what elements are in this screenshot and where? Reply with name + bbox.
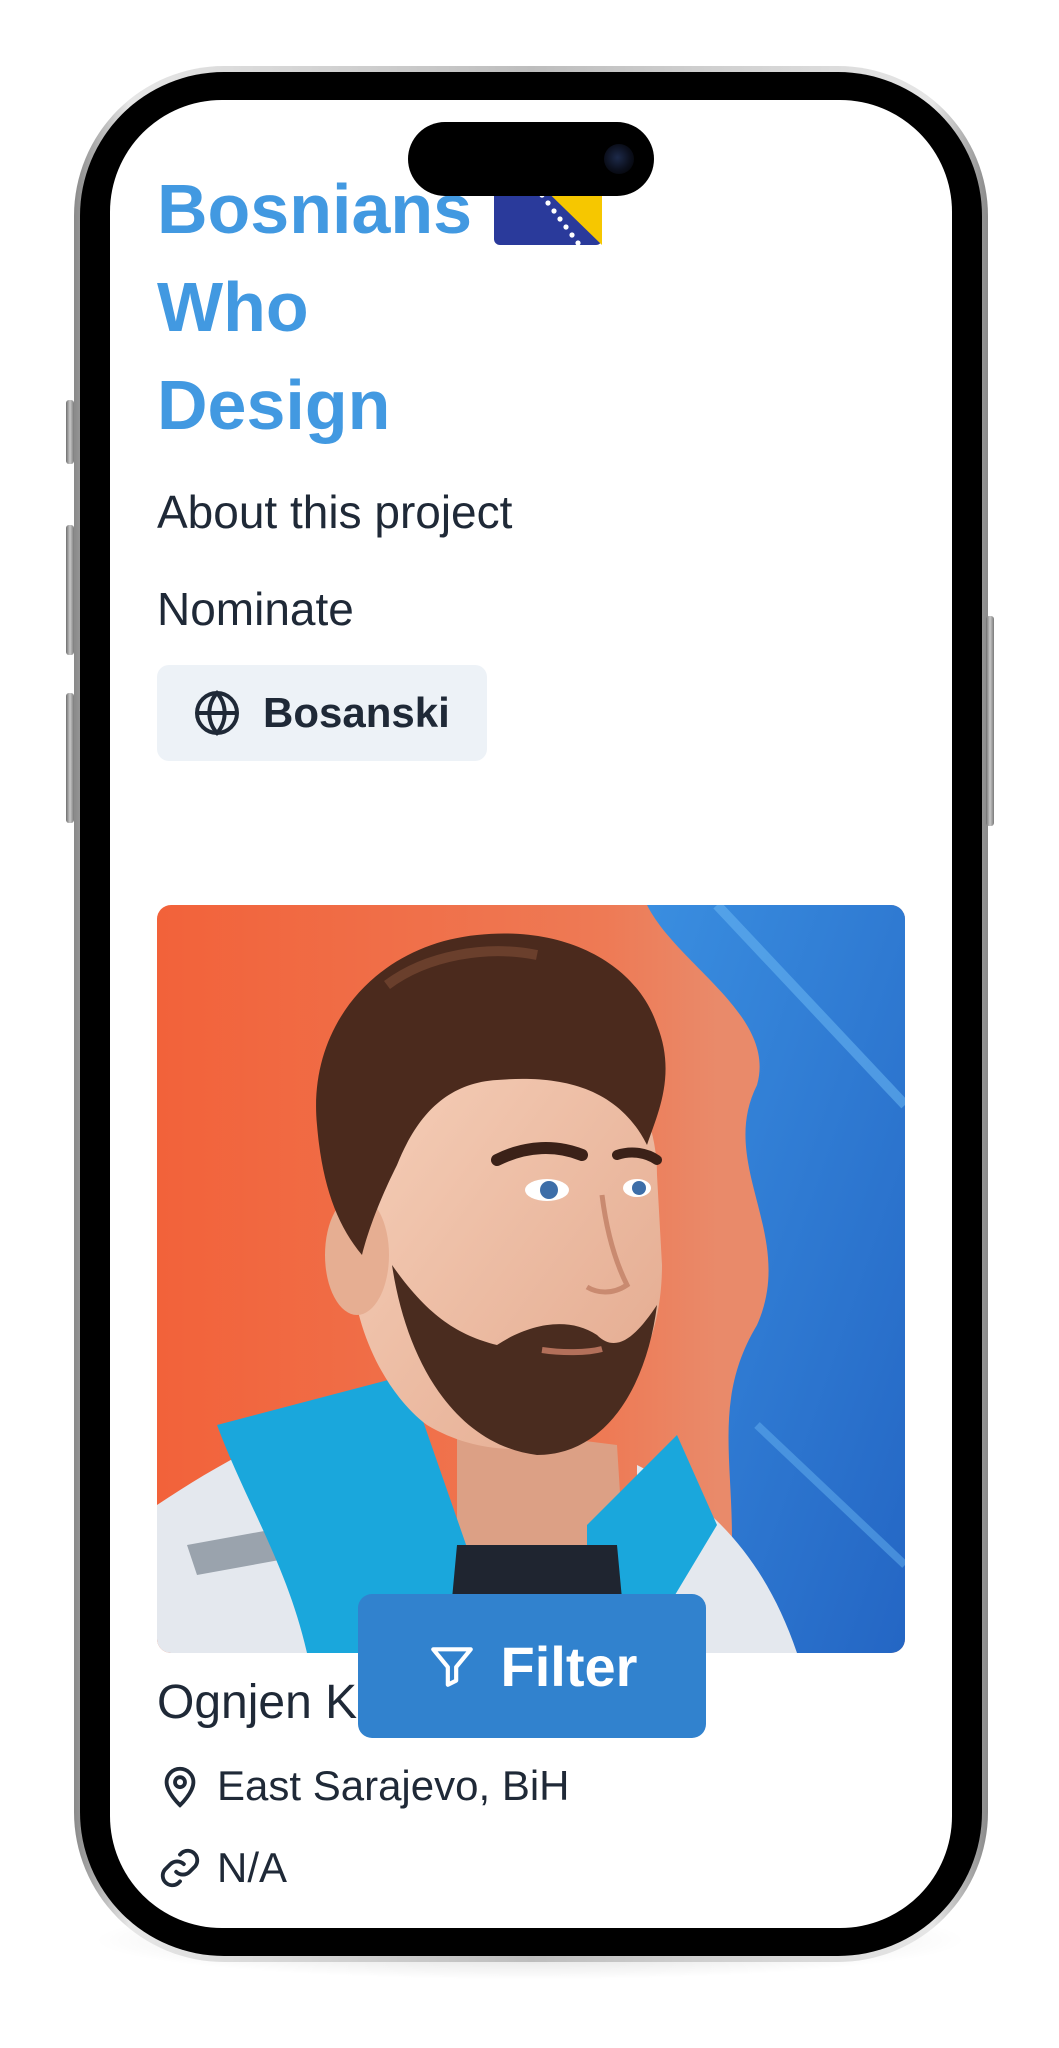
volume-up-button [66, 525, 74, 655]
link-icon [160, 1848, 200, 1888]
nominate-link[interactable]: Nominate [157, 582, 354, 636]
designer-portrait[interactable] [157, 905, 905, 1653]
about-link[interactable]: About this project [157, 485, 512, 539]
phone-screen: Bosnians Who Design About this project N… [110, 100, 952, 1928]
mute-switch [66, 400, 74, 464]
dynamic-island [408, 122, 654, 196]
designer-name[interactable]: Ognjen K [157, 1675, 357, 1730]
volume-down-button [66, 693, 74, 823]
filter-label: Filter [500, 1634, 638, 1698]
site-title[interactable]: Bosnians Who Design [157, 160, 757, 454]
filter-button[interactable]: Filter [358, 1594, 706, 1738]
link-text: N/A [217, 1844, 288, 1891]
title-line-3: Design [157, 366, 391, 444]
designer-link[interactable]: N/A [157, 1844, 287, 1892]
designer-location: East Sarajevo, BiH [157, 1762, 570, 1810]
map-pin-icon [164, 1766, 196, 1808]
filter-icon [430, 1647, 473, 1687]
globe-icon [195, 689, 239, 737]
camera-icon [604, 144, 634, 174]
language-button[interactable]: Bosanski [157, 665, 487, 761]
location-text: East Sarajevo, BiH [217, 1762, 570, 1809]
language-label: Bosanski [263, 689, 450, 736]
power-button [986, 616, 994, 826]
title-line-2: Who [157, 268, 309, 346]
